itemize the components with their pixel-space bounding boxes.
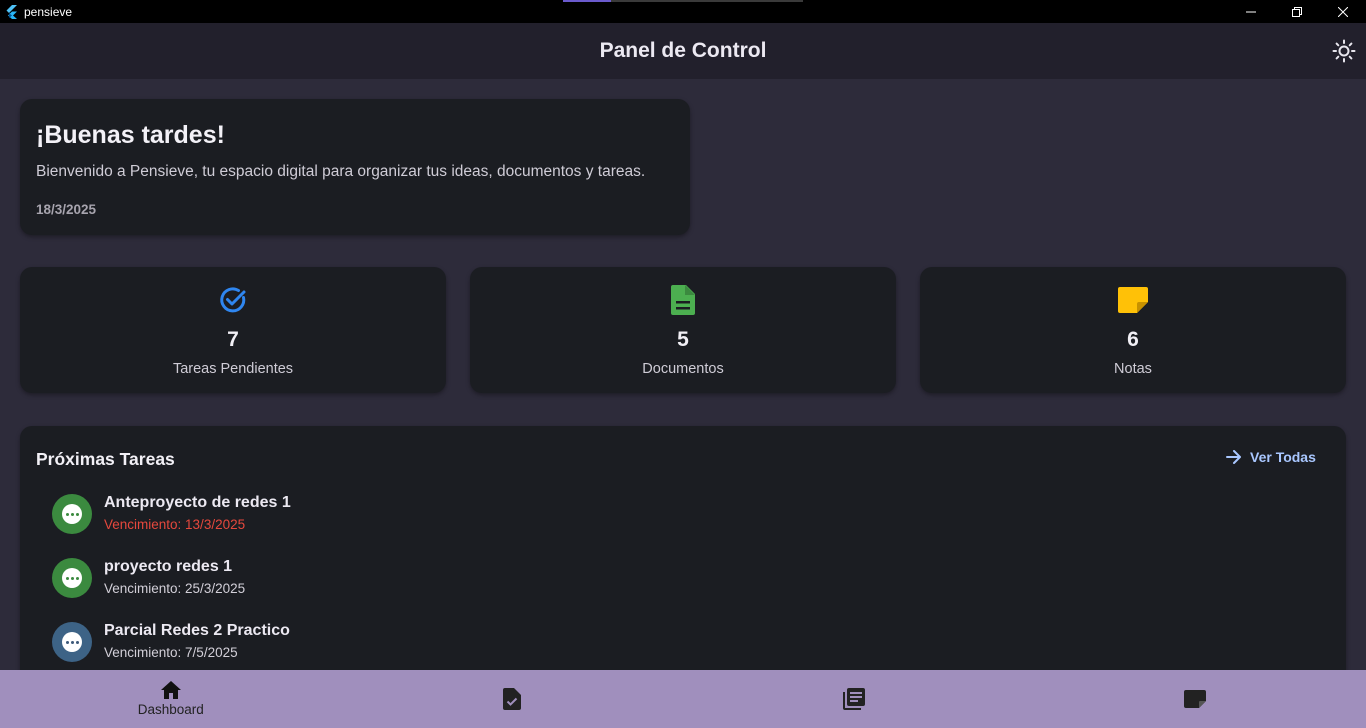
minimize-button[interactable] [1228, 0, 1274, 23]
task-avatar [52, 494, 92, 534]
theme-toggle-button[interactable] [1330, 37, 1358, 65]
sun-icon [1332, 39, 1356, 63]
task-name: Anteproyecto de redes 1 [104, 494, 291, 511]
check-circle-icon [218, 285, 248, 315]
task-name: Parcial Redes 2 Practico [104, 622, 290, 639]
stat-value: 7 [227, 328, 239, 351]
greeting-title: ¡Buenas tardes! [36, 121, 225, 149]
nav-notes[interactable] [1025, 670, 1366, 728]
task-due-date: Vencimiento: 13/3/2025 [104, 517, 246, 532]
see-all-label: Ver Todas [1250, 449, 1316, 465]
window-title: pensieve [24, 4, 73, 19]
bottom-navigation: Dashboard [0, 670, 1366, 728]
library-icon [842, 688, 865, 710]
task-list-item[interactable]: Anteproyecto de redes 1 Vencimiento: 13/… [52, 494, 652, 546]
stat-card-notes[interactable]: 6 Notas [920, 267, 1346, 393]
more-horiz-icon [62, 632, 82, 652]
home-icon [160, 681, 181, 699]
more-horiz-icon [62, 504, 82, 524]
welcome-card: ¡Buenas tardes! Bienvenido a Pensieve, t… [20, 99, 690, 235]
more-horiz-icon [62, 568, 82, 588]
note-icon [1118, 285, 1148, 315]
upcoming-tasks-heading: Próximas Tareas [36, 449, 175, 469]
see-all-tasks-button[interactable]: Ver Todas [1226, 449, 1316, 465]
stat-value: 6 [1127, 328, 1139, 351]
window-drag-indicator [563, 0, 803, 2]
close-button[interactable] [1320, 0, 1366, 23]
current-date: 18/3/2025 [36, 202, 97, 217]
upcoming-tasks-card: Próximas Tareas Ver Todas Anteproyecto d… [20, 426, 1346, 686]
task-avatar [52, 558, 92, 598]
nav-tasks[interactable] [342, 670, 684, 728]
window-titlebar: pensieve [0, 0, 1366, 23]
welcome-message: Bienvenido a Pensieve, tu espacio digita… [36, 163, 646, 180]
restore-icon [1292, 6, 1302, 17]
task-list-item[interactable]: proyecto redes 1 Vencimiento: 25/3/2025 [52, 558, 652, 610]
app-bar: Panel de Control [0, 23, 1366, 79]
stat-label: Tareas Pendientes [172, 361, 294, 377]
close-icon [1338, 6, 1348, 17]
task-due-date: Vencimiento: 7/5/2025 [104, 645, 238, 660]
restore-button[interactable] [1274, 0, 1320, 23]
page-title: Panel de Control [599, 39, 767, 62]
nav-documents[interactable] [683, 670, 1025, 728]
arrow-right-icon [1226, 450, 1241, 464]
stat-value: 5 [677, 328, 689, 351]
task-icon [503, 688, 522, 710]
document-icon [668, 285, 698, 315]
flutter-logo-icon [5, 4, 19, 19]
nav-dashboard[interactable]: Dashboard [0, 670, 342, 728]
stat-label: Notas [1114, 361, 1152, 377]
task-avatar [52, 622, 92, 662]
stat-card-pending-tasks[interactable]: 7 Tareas Pendientes [20, 267, 446, 393]
task-name: proyecto redes 1 [104, 558, 233, 575]
nav-dashboard-label: Dashboard [137, 702, 204, 717]
task-due-date: Vencimiento: 25/3/2025 [104, 581, 246, 596]
minimize-icon [1246, 11, 1256, 12]
stat-label: Documentos [642, 361, 724, 377]
note-icon [1184, 690, 1207, 708]
task-list-item[interactable]: Parcial Redes 2 Practico Vencimiento: 7/… [52, 622, 652, 674]
stat-card-documents[interactable]: 5 Documentos [470, 267, 896, 393]
